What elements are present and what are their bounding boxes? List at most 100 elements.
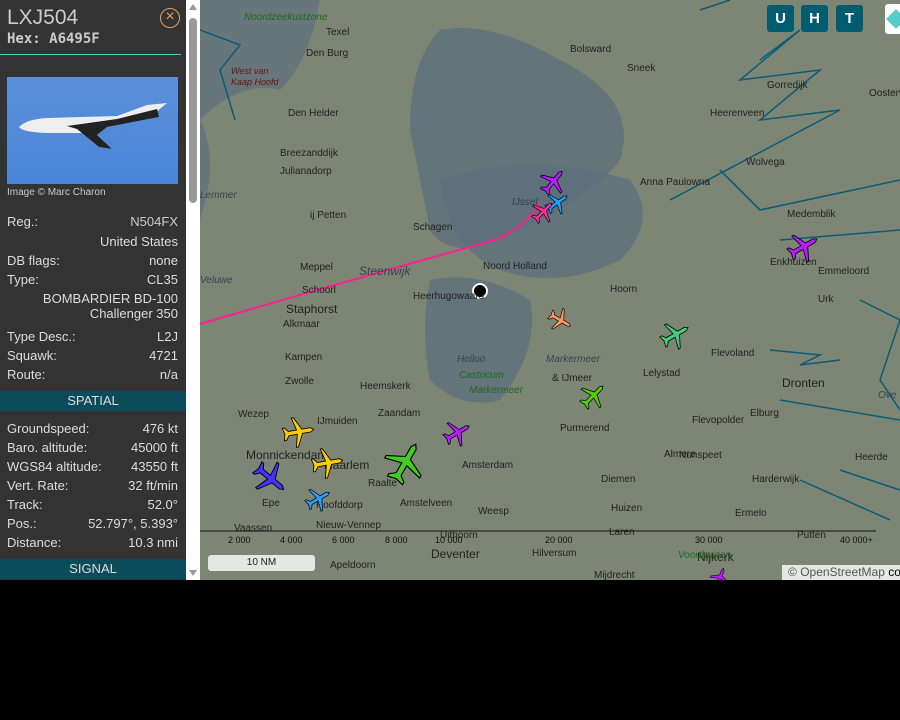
place-label: Oosterwolde xyxy=(869,88,900,99)
value: none xyxy=(149,253,178,268)
label: Baro. altitude: xyxy=(7,440,88,455)
altitude-tick: 4 000 xyxy=(280,535,303,545)
label: Reg.: xyxy=(7,214,39,229)
place-label: Harderwijk xyxy=(752,474,800,485)
section-signal[interactable]: SIGNAL xyxy=(0,559,186,579)
copyright: © xyxy=(788,565,801,579)
place-label: ij Petten xyxy=(310,210,347,221)
place-label: Purmerend xyxy=(560,423,610,434)
place-label: Kampen xyxy=(285,352,323,363)
label: Track: xyxy=(7,497,43,512)
place-label: Flevopolder xyxy=(692,415,745,426)
label: Pos.: xyxy=(7,516,37,531)
place-label: Ove xyxy=(878,390,897,401)
aircraft-marker[interactable] xyxy=(278,412,317,451)
map[interactable]: Noordzeekustzone Texel Den Burg Bolsward Sne… xyxy=(200,0,900,580)
place-label: Heerde xyxy=(855,452,888,463)
scale-bar: 10 NM xyxy=(208,555,315,571)
value: L2J xyxy=(157,329,178,344)
place-label: Apeldoorn xyxy=(330,560,376,571)
section-spatial[interactable]: SPATIAL xyxy=(0,391,186,411)
button-units[interactable]: U xyxy=(767,5,794,32)
close-icon[interactable]: × xyxy=(160,8,180,28)
place-label: Nieuw-Vennep xyxy=(316,520,382,531)
attribution-rest: co xyxy=(884,565,900,579)
place-label: Kaap Hoofd xyxy=(231,77,279,87)
label: WGS84 altitude: xyxy=(7,459,102,474)
place-label: Meppel xyxy=(300,262,333,273)
osm-link[interactable]: OpenStreetMap xyxy=(800,565,885,579)
field-spatial: Groundspeed: 476 kt xyxy=(7,421,178,436)
field-db-flags: DB flags: none xyxy=(7,253,178,268)
place-label: Schagen xyxy=(413,222,453,233)
altitude-tick: 8 000 xyxy=(385,535,408,545)
field-spatial: Track: 52.0° xyxy=(7,497,178,512)
place-label: Deventer xyxy=(431,547,480,561)
place-label: Heerhugowaard xyxy=(413,291,485,302)
place-label: Anna Paulowna xyxy=(640,177,711,188)
field-reg: Reg.: N504FX xyxy=(7,214,178,229)
place-label: Sneek xyxy=(627,63,656,74)
layers-icon xyxy=(886,9,900,29)
place-label: Nunspeet xyxy=(679,450,722,461)
label: Route: xyxy=(7,367,46,382)
divider xyxy=(0,54,181,55)
value: 32 ft/min xyxy=(128,478,178,493)
label: Vert. Rate: xyxy=(7,478,69,493)
registration-link[interactable]: N504FX xyxy=(130,214,178,229)
place-label: Markermeer xyxy=(469,385,523,396)
label: DB flags: xyxy=(7,253,60,268)
label: Squawk: xyxy=(7,348,57,363)
image-credit: Image © Marc Charon xyxy=(7,187,106,198)
place-label: Julianadorp xyxy=(280,166,332,177)
place-label: Alkmaar xyxy=(283,319,320,330)
value: 10.3 nmi xyxy=(128,535,178,550)
north-sea xyxy=(200,120,210,220)
sidebar-scrollbar[interactable] xyxy=(186,0,200,580)
field-spatial: Baro. altitude: 45000 ft xyxy=(7,440,178,455)
aircraft-marker[interactable] xyxy=(307,443,346,482)
place-label: Staphorst xyxy=(286,302,338,316)
field-route: Route: n/a xyxy=(7,367,178,382)
place-label: Steenwijk xyxy=(359,264,411,278)
place-label: Den Helder xyxy=(288,108,339,119)
scroll-down-arrow[interactable] xyxy=(189,570,197,576)
place-label: West van xyxy=(231,66,269,76)
place-label: Medemblik xyxy=(787,209,836,220)
button-trails[interactable]: T xyxy=(836,5,863,32)
value: n/a xyxy=(159,367,178,382)
value: 52.797°, 5.393° xyxy=(88,516,178,531)
field-spatial: Pos.: 52.797°, 5.393° xyxy=(7,516,178,531)
hex-code: Hex: A6495F xyxy=(7,31,100,47)
aircraft-photo[interactable] xyxy=(7,77,178,184)
layers-button[interactable] xyxy=(885,4,900,34)
place-label: Dronten xyxy=(782,376,825,390)
value: CL35 xyxy=(146,272,178,287)
place-label: Breezanddijk xyxy=(280,148,338,159)
field-spatial: WGS84 altitude: 43550 ft xyxy=(7,459,178,474)
place-label: Urk xyxy=(818,294,834,305)
place-label: Huizen xyxy=(611,503,643,514)
value: 43550 ft xyxy=(131,459,178,474)
aircraft-info-panel: LXJ504 Hex: A6495F × Image © Marc Charon… xyxy=(0,0,186,580)
field-spatial: Distance: 10.3 nmi xyxy=(7,535,178,550)
place-label: Hoorn xyxy=(610,284,638,295)
altitude-tick: 2 000 xyxy=(228,535,251,545)
label: Groundspeed: xyxy=(7,421,90,436)
callsign: LXJ504 xyxy=(7,6,79,29)
place-label: Lelystad xyxy=(643,368,681,379)
place-label: Amstelveen xyxy=(400,498,453,509)
field-squawk: Squawk: 4721 xyxy=(7,348,178,363)
scroll-up-arrow[interactable] xyxy=(189,4,197,10)
value: 476 kt xyxy=(142,421,178,436)
place-label: Markermeer xyxy=(546,354,600,365)
field-spatial: Vert. Rate: 32 ft/min xyxy=(7,478,178,493)
button-hide[interactable]: H xyxy=(801,5,828,32)
place-label: Hilversum xyxy=(532,548,577,559)
scroll-thumb[interactable] xyxy=(189,18,197,203)
place-label: Diemen xyxy=(601,474,636,485)
country: United States xyxy=(99,234,178,249)
place-label: Zwolle xyxy=(285,376,314,387)
place-label: Den Burg xyxy=(306,48,349,59)
altitude-tick: 30 000 xyxy=(695,535,723,545)
